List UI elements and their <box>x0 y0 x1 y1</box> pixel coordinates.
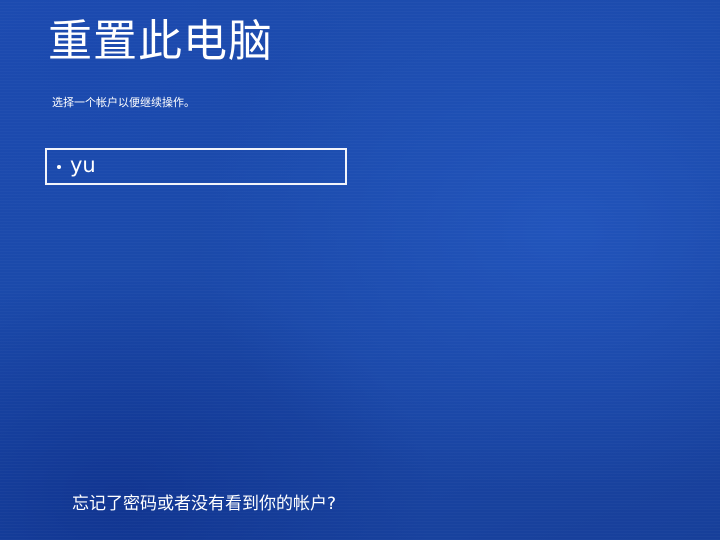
account-list: yu <box>45 148 347 185</box>
bullet-icon <box>57 164 61 169</box>
forgot-password-link[interactable]: 忘记了密码或者没有看到你的帐户? <box>72 492 336 516</box>
instruction-text: 选择一个帐户以便继续操作。 <box>52 96 195 109</box>
page-title: 重置此电脑 <box>48 16 273 67</box>
screen-texture <box>0 0 720 540</box>
reset-pc-screen: 重置此电脑 选择一个帐户以便继续操作。 yu 忘记了密码或者没有看到你的帐户? <box>0 0 720 540</box>
account-item-yu[interactable]: yu <box>45 148 347 185</box>
account-name: yu <box>70 152 96 177</box>
